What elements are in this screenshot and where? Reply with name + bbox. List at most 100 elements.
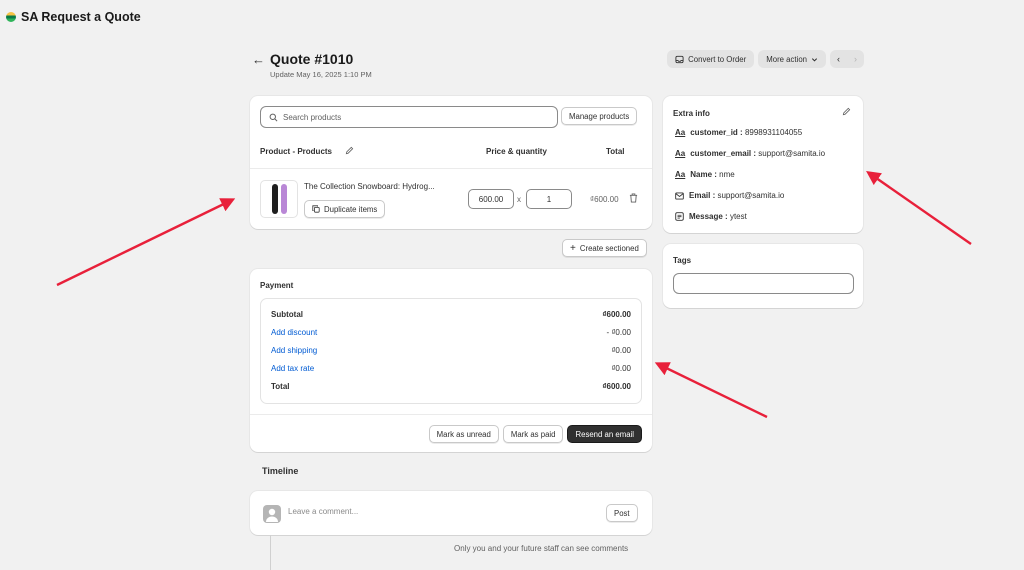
page-title: Quote #1010 bbox=[270, 51, 354, 67]
app-header: SA Request a Quote bbox=[0, 0, 1024, 34]
timeline-line bbox=[270, 535, 271, 570]
extra-info-title: Extra info bbox=[673, 109, 710, 118]
info-value: support@samita.io bbox=[758, 149, 826, 158]
message-icon bbox=[675, 212, 684, 221]
duplicate-items-label: Duplicate items bbox=[324, 204, 378, 214]
info-sep: : bbox=[712, 191, 716, 200]
times-sign: x bbox=[517, 195, 521, 204]
info-row-text: Message : ytest bbox=[689, 212, 747, 221]
info-sep: : bbox=[740, 128, 743, 137]
next-icon[interactable]: › bbox=[847, 50, 864, 68]
snowboard-image-purple bbox=[280, 184, 287, 214]
create-sectioned-label: Create sectioned bbox=[579, 243, 639, 253]
header-actions: Convert to Order More action ‹ › bbox=[667, 50, 864, 68]
app-logo-icon bbox=[6, 12, 16, 22]
info-key: Name bbox=[690, 170, 713, 179]
text-field-icon: Aa bbox=[675, 170, 686, 179]
info-row-text: customer_id : 8998931104055 bbox=[690, 128, 802, 137]
app-title: SA Request a Quote bbox=[21, 10, 141, 24]
info-row-text: Name : nme bbox=[690, 170, 735, 179]
back-arrow-icon[interactable]: ← bbox=[252, 52, 265, 67]
duplicate-icon bbox=[312, 205, 320, 213]
divider bbox=[250, 168, 652, 169]
duplicate-items-button[interactable]: Duplicate items bbox=[304, 200, 386, 218]
product-name[interactable]: The Collection Snowboard: Hydrog... bbox=[304, 182, 435, 191]
manage-products-button[interactable]: Manage products bbox=[561, 107, 638, 125]
payment-row-value: ₫600.00 bbox=[602, 310, 631, 319]
pencil-icon[interactable] bbox=[345, 146, 354, 155]
annotation-arrow-extra-info bbox=[866, 170, 972, 245]
post-button[interactable]: Post bbox=[606, 504, 638, 522]
convert-to-order-button[interactable]: Convert to Order bbox=[667, 50, 755, 68]
payment-row-subtotal: Subtotal ₫600.00 bbox=[271, 310, 631, 319]
inbox-icon bbox=[675, 55, 684, 63]
payment-card: Payment Subtotal ₫600.00 Add discount - … bbox=[250, 269, 652, 452]
search-icon bbox=[269, 113, 278, 121]
extra-info-card: Extra info Aa customer_id : 899893110405… bbox=[663, 96, 863, 233]
payment-row-shipping: Add shipping ₫0.00 bbox=[271, 346, 631, 355]
payment-row-total: Total ₫600.00 bbox=[271, 382, 631, 391]
info-row-message: Message : ytest bbox=[675, 212, 747, 221]
tags-title: Tags bbox=[673, 256, 692, 265]
comment-input[interactable] bbox=[288, 507, 588, 516]
avatar-icon bbox=[263, 505, 281, 523]
add-discount-link[interactable]: Add discount bbox=[271, 328, 317, 337]
info-row-text: customer_email : support@samita.io bbox=[690, 149, 825, 158]
search-box[interactable] bbox=[260, 106, 558, 128]
comment-card: Post bbox=[250, 491, 652, 535]
add-shipping-link[interactable]: Add shipping bbox=[271, 346, 317, 355]
payment-row-label: Total bbox=[271, 382, 290, 391]
more-action-label: More action bbox=[766, 54, 807, 64]
text-field-icon: Aa bbox=[675, 149, 686, 158]
price-input[interactable]: 600.00 bbox=[468, 189, 514, 209]
email-icon bbox=[675, 191, 684, 200]
plus-icon: + bbox=[570, 242, 576, 254]
payment-summary: Subtotal ₫600.00 Add discount - ₫0.00 Ad… bbox=[260, 298, 642, 404]
pager: ‹ › bbox=[830, 50, 864, 68]
tags-input[interactable] bbox=[673, 273, 854, 294]
payment-row-value: ₫0.00 bbox=[611, 346, 631, 355]
trash-icon[interactable] bbox=[629, 193, 638, 203]
page-subtitle: Update May 16, 2025 1:10 PM bbox=[270, 70, 372, 79]
info-sep: : bbox=[725, 212, 728, 221]
more-action-button[interactable]: More action bbox=[758, 50, 826, 68]
info-value: ytest bbox=[729, 212, 747, 221]
info-value: 8998931104055 bbox=[744, 128, 803, 137]
info-key: customer_id bbox=[690, 128, 738, 137]
info-key: customer_email bbox=[690, 149, 752, 158]
create-sectioned-button[interactable]: + Create sectioned bbox=[562, 239, 647, 257]
line-total: ₫600.00 bbox=[590, 195, 619, 204]
previous-icon[interactable]: ‹ bbox=[830, 50, 847, 68]
pencil-icon[interactable] bbox=[842, 107, 851, 116]
info-row-text: Email : support@samita.io bbox=[689, 191, 784, 200]
annotation-arrow-payment bbox=[654, 362, 768, 419]
payment-row-value: ₫600.00 bbox=[602, 382, 631, 391]
info-value: support@samita.io bbox=[717, 191, 785, 200]
payment-row-value: ₫0.00 bbox=[611, 364, 631, 373]
add-tax-rate-link[interactable]: Add tax rate bbox=[271, 364, 314, 373]
divider bbox=[250, 414, 652, 415]
info-row-customer-email: Aa customer_email : support@samita.io bbox=[675, 149, 825, 158]
info-row-name: Aa Name : nme bbox=[675, 170, 735, 179]
mark-as-paid-button[interactable]: Mark as paid bbox=[502, 425, 564, 443]
info-row-customer-id: Aa customer_id : 8998931104055 bbox=[675, 128, 802, 137]
payment-row-value: - ₫0.00 bbox=[606, 328, 631, 337]
convert-to-order-label: Convert to Order bbox=[688, 54, 747, 64]
col-header-price-quantity: Price & quantity bbox=[486, 147, 547, 156]
col-header-total: Total bbox=[606, 147, 625, 156]
snowboard-image-dark bbox=[271, 184, 278, 214]
payment-row-tax: Add tax rate ₫0.00 bbox=[271, 364, 631, 373]
quantity-input[interactable]: 1 bbox=[526, 189, 572, 209]
search-products-input[interactable] bbox=[283, 112, 543, 122]
mark-as-unread-button[interactable]: Mark as unread bbox=[428, 425, 499, 443]
info-value: nme bbox=[719, 170, 735, 179]
timeline-title: Timeline bbox=[262, 466, 299, 476]
col-header-product: Product - Products bbox=[260, 147, 333, 156]
tags-card: Tags bbox=[663, 244, 863, 308]
chevron-down-icon bbox=[811, 57, 818, 62]
product-thumbnail bbox=[260, 180, 298, 218]
resend-email-button[interactable]: Resend an email bbox=[567, 425, 642, 443]
info-key: Message bbox=[689, 212, 723, 221]
payment-row-label: Subtotal bbox=[271, 310, 303, 319]
text-field-icon: Aa bbox=[675, 128, 686, 137]
